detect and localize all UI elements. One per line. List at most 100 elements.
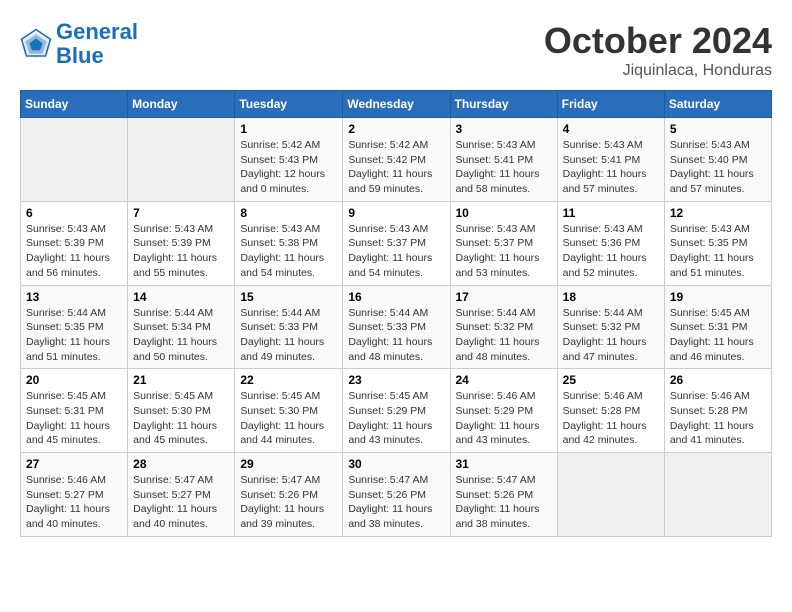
cell-content: Sunrise: 5:43 AMSunset: 5:35 PMDaylight:… [670, 222, 766, 281]
cell-content: Sunrise: 5:46 AMSunset: 5:27 PMDaylight:… [26, 473, 122, 532]
calendar-cell: 31 Sunrise: 5:47 AMSunset: 5:26 PMDayligh… [450, 453, 557, 537]
day-number: 8 [240, 206, 337, 220]
day-number: 6 [26, 206, 122, 220]
day-number: 17 [456, 290, 552, 304]
calendar-week-4: 20 Sunrise: 5:45 AMSunset: 5:31 PMDayligh… [21, 369, 772, 453]
calendar-cell: 23Sunrise: 5:45 AMSunset: 5:29 PMDayligh… [343, 369, 450, 453]
calendar-cell: 17 Sunrise: 5:44 AMSunset: 5:32 PMDayligh… [450, 285, 557, 369]
calendar-table: SundayMondayTuesdayWednesdayThursdayFrid… [20, 90, 772, 537]
cell-content: Sunrise: 5:47 AMSunset: 5:26 PMDaylight:… [240, 473, 337, 532]
day-number: 26 [670, 373, 766, 387]
cell-content: Sunrise: 5:44 AMSunset: 5:32 PMDaylight:… [563, 306, 659, 365]
cell-content: Sunrise: 5:42 AMSunset: 5:42 PMDaylight:… [348, 138, 444, 197]
logo: General Blue [20, 20, 138, 68]
day-number: 11 [563, 206, 659, 220]
cell-content: Sunrise: 5:43 AMSunset: 5:37 PMDaylight:… [348, 222, 444, 281]
cell-content: Sunrise: 5:47 AMSunset: 5:27 PMDaylight:… [133, 473, 229, 532]
day-number: 18 [563, 290, 659, 304]
col-header-tuesday: Tuesday [235, 91, 343, 118]
cell-content: Sunrise: 5:47 AMSunset: 5:26 PMDaylight:… [348, 473, 444, 532]
logo-text: General Blue [56, 20, 138, 68]
cell-content: Sunrise: 5:43 AMSunset: 5:39 PMDaylight:… [26, 222, 122, 281]
cell-content: Sunrise: 5:43 AMSunset: 5:36 PMDaylight:… [563, 222, 659, 281]
calendar-cell: 11 Sunrise: 5:43 AMSunset: 5:36 PMDayligh… [557, 201, 664, 285]
calendar-cell: 12Sunrise: 5:43 AMSunset: 5:35 PMDayligh… [664, 201, 771, 285]
cell-content: Sunrise: 5:44 AMSunset: 5:33 PMDaylight:… [348, 306, 444, 365]
day-number: 22 [240, 373, 337, 387]
day-number: 9 [348, 206, 444, 220]
calendar-cell: 14 Sunrise: 5:44 AMSunset: 5:34 PMDayligh… [128, 285, 235, 369]
col-header-saturday: Saturday [664, 91, 771, 118]
day-number: 28 [133, 457, 229, 471]
cell-content: Sunrise: 5:45 AMSunset: 5:31 PMDaylight:… [670, 306, 766, 365]
calendar-cell: 19 Sunrise: 5:45 AMSunset: 5:31 PMDayligh… [664, 285, 771, 369]
calendar-cell [21, 118, 128, 202]
col-header-wednesday: Wednesday [343, 91, 450, 118]
page-header: General Blue October 2024 Jiquinlaca, Ho… [20, 20, 772, 80]
day-number: 20 [26, 373, 122, 387]
day-number: 27 [26, 457, 122, 471]
day-number: 29 [240, 457, 337, 471]
calendar-cell: 2 Sunrise: 5:42 AMSunset: 5:42 PMDaylight… [343, 118, 450, 202]
calendar-cell: 1 Sunrise: 5:42 AMSunset: 5:43 PMDaylight… [235, 118, 343, 202]
day-number: 3 [456, 122, 552, 136]
calendar-cell: 9 Sunrise: 5:43 AMSunset: 5:37 PMDaylight… [343, 201, 450, 285]
cell-content: Sunrise: 5:45 AMSunset: 5:31 PMDaylight:… [26, 389, 122, 448]
calendar-week-5: 27 Sunrise: 5:46 AMSunset: 5:27 PMDayligh… [21, 453, 772, 537]
calendar-cell: 27 Sunrise: 5:46 AMSunset: 5:27 PMDayligh… [21, 453, 128, 537]
day-number: 7 [133, 206, 229, 220]
day-number: 5 [670, 122, 766, 136]
col-header-monday: Monday [128, 91, 235, 118]
calendar-cell: 10Sunrise: 5:43 AMSunset: 5:37 PMDayligh… [450, 201, 557, 285]
day-number: 10 [456, 206, 552, 220]
col-header-thursday: Thursday [450, 91, 557, 118]
calendar-cell: 26Sunrise: 5:46 AMSunset: 5:28 PMDayligh… [664, 369, 771, 453]
calendar-cell: 30 Sunrise: 5:47 AMSunset: 5:26 PMDayligh… [343, 453, 450, 537]
calendar-week-3: 13Sunrise: 5:44 AMSunset: 5:35 PMDayligh… [21, 285, 772, 369]
day-number: 15 [240, 290, 337, 304]
cell-content: Sunrise: 5:43 AMSunset: 5:40 PMDaylight:… [670, 138, 766, 197]
calendar-week-2: 6 Sunrise: 5:43 AMSunset: 5:39 PMDaylight… [21, 201, 772, 285]
calendar-cell: 7 Sunrise: 5:43 AMSunset: 5:39 PMDaylight… [128, 201, 235, 285]
day-number: 1 [240, 122, 337, 136]
day-number: 4 [563, 122, 659, 136]
calendar-cell [664, 453, 771, 537]
logo-icon [20, 28, 52, 60]
cell-content: Sunrise: 5:45 AMSunset: 5:29 PMDaylight:… [348, 389, 444, 448]
calendar-cell: 24Sunrise: 5:46 AMSunset: 5:29 PMDayligh… [450, 369, 557, 453]
calendar-cell: 21Sunrise: 5:45 AMSunset: 5:30 PMDayligh… [128, 369, 235, 453]
cell-content: Sunrise: 5:44 AMSunset: 5:34 PMDaylight:… [133, 306, 229, 365]
cell-content: Sunrise: 5:47 AMSunset: 5:26 PMDaylight:… [456, 473, 552, 532]
calendar-cell: 15Sunrise: 5:44 AMSunset: 5:33 PMDayligh… [235, 285, 343, 369]
calendar-cell: 22 Sunrise: 5:45 AMSunset: 5:30 PMDayligh… [235, 369, 343, 453]
cell-content: Sunrise: 5:43 AMSunset: 5:39 PMDaylight:… [133, 222, 229, 281]
day-number: 16 [348, 290, 444, 304]
calendar-cell: 29 Sunrise: 5:47 AMSunset: 5:26 PMDayligh… [235, 453, 343, 537]
cell-content: Sunrise: 5:46 AMSunset: 5:29 PMDaylight:… [456, 389, 552, 448]
calendar-cell: 18 Sunrise: 5:44 AMSunset: 5:32 PMDayligh… [557, 285, 664, 369]
cell-content: Sunrise: 5:44 AMSunset: 5:32 PMDaylight:… [456, 306, 552, 365]
cell-content: Sunrise: 5:42 AMSunset: 5:43 PMDaylight:… [240, 138, 337, 197]
title-block: October 2024 Jiquinlaca, Honduras [544, 20, 772, 80]
calendar-cell: 5 Sunrise: 5:43 AMSunset: 5:40 PMDaylight… [664, 118, 771, 202]
calendar-week-1: 1 Sunrise: 5:42 AMSunset: 5:43 PMDaylight… [21, 118, 772, 202]
calendar-cell: 6 Sunrise: 5:43 AMSunset: 5:39 PMDaylight… [21, 201, 128, 285]
calendar-cell: 8Sunrise: 5:43 AMSunset: 5:38 PMDaylight… [235, 201, 343, 285]
cell-content: Sunrise: 5:45 AMSunset: 5:30 PMDaylight:… [240, 389, 337, 448]
calendar-cell: 13Sunrise: 5:44 AMSunset: 5:35 PMDayligh… [21, 285, 128, 369]
page-subtitle: Jiquinlaca, Honduras [544, 62, 772, 80]
calendar-cell: 3Sunrise: 5:43 AMSunset: 5:41 PMDaylight… [450, 118, 557, 202]
day-number: 2 [348, 122, 444, 136]
calendar-cell: 28 Sunrise: 5:47 AMSunset: 5:27 PMDayligh… [128, 453, 235, 537]
calendar-cell [557, 453, 664, 537]
calendar-cell: 20 Sunrise: 5:45 AMSunset: 5:31 PMDayligh… [21, 369, 128, 453]
day-number: 30 [348, 457, 444, 471]
calendar-cell: 16 Sunrise: 5:44 AMSunset: 5:33 PMDayligh… [343, 285, 450, 369]
day-number: 31 [456, 457, 552, 471]
cell-content: Sunrise: 5:46 AMSunset: 5:28 PMDaylight:… [563, 389, 659, 448]
calendar-cell: 25 Sunrise: 5:46 AMSunset: 5:28 PMDayligh… [557, 369, 664, 453]
day-number: 19 [670, 290, 766, 304]
cell-content: Sunrise: 5:43 AMSunset: 5:41 PMDaylight:… [563, 138, 659, 197]
day-number: 14 [133, 290, 229, 304]
day-number: 25 [563, 373, 659, 387]
